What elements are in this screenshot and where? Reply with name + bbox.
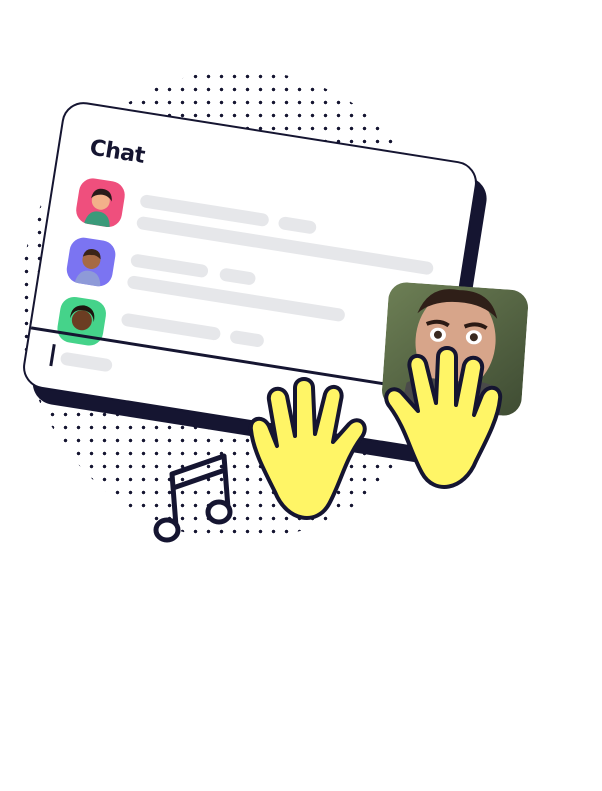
message-input[interactable] xyxy=(59,351,114,373)
person-avatar-icon xyxy=(74,248,101,287)
raised-hand-icon xyxy=(248,377,367,520)
avatar xyxy=(64,235,118,289)
music-note-icon xyxy=(153,453,233,543)
avatar xyxy=(74,176,127,230)
message-name-placeholder xyxy=(120,312,222,342)
message-time-placeholder xyxy=(277,215,318,235)
chat-illustration: Chat xyxy=(0,0,602,791)
person-avatar-icon xyxy=(84,188,112,228)
message-time-placeholder xyxy=(218,267,257,286)
raised-hand-icon xyxy=(384,346,503,489)
chat-title: Chat xyxy=(87,135,147,169)
message-name-placeholder xyxy=(129,253,209,279)
text-cursor xyxy=(49,343,56,367)
message-time-placeholder xyxy=(229,329,265,348)
